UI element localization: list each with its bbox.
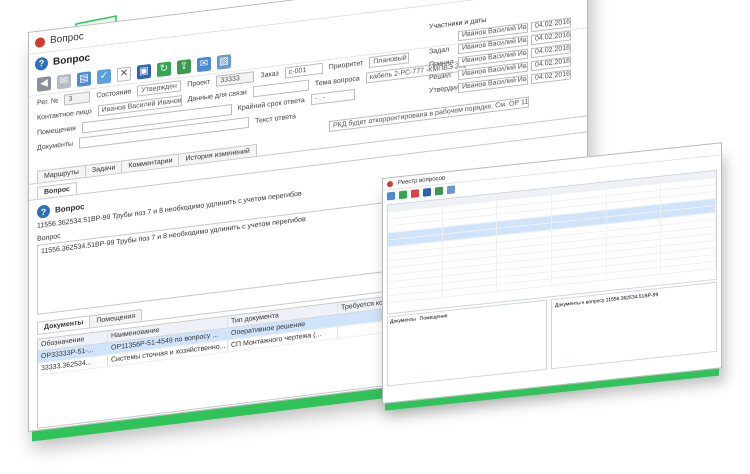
topic-label: Тема вопроса (314, 75, 360, 88)
tab-documents[interactable]: Документы (390, 316, 416, 325)
reg-label: Рег. № (37, 97, 59, 107)
document-icon[interactable]: ▤ (77, 70, 91, 87)
refresh-icon[interactable]: ↻ (157, 60, 171, 77)
page-title: Вопрос (53, 51, 91, 68)
new-icon[interactable] (387, 191, 395, 201)
app-icon (387, 180, 393, 187)
export-icon[interactable] (447, 185, 455, 195)
checklist-icon[interactable]: ✓ (97, 68, 111, 85)
filter-icon[interactable] (435, 186, 443, 196)
mail-icon[interactable]: ✉ (57, 73, 71, 89)
order-label: Заказ (260, 70, 279, 80)
tab-documents[interactable]: Документы (37, 315, 91, 334)
participant-label: Задал (429, 46, 450, 56)
back-icon[interactable]: ◀ (37, 75, 51, 92)
reg-field[interactable]: 3 (64, 91, 91, 106)
save-icon[interactable]: ▣ (137, 63, 151, 80)
tab-rooms[interactable]: Помещения (420, 313, 448, 322)
delete-icon[interactable]: ✕ (117, 65, 131, 82)
answer-label: Текст ответа (255, 113, 296, 126)
participant-label: Утвердил (429, 83, 460, 95)
tab-rooms[interactable]: Помещения (89, 308, 143, 328)
save-icon[interactable] (423, 187, 431, 197)
question-icon: ? (35, 56, 48, 71)
image-icon[interactable]: ▧ (217, 53, 231, 70)
docs-label: Документы (37, 140, 74, 152)
priority-label: Приоритет (328, 59, 364, 72)
window-title: Вопрос (50, 31, 84, 47)
registry-detail-box: Документы к вопросу 11556.362534.51ВР-99 (551, 281, 717, 370)
registry-window: Реестр вопросов Документы Помещения Доку… (382, 142, 722, 404)
export-icon[interactable]: ⇪ (177, 58, 191, 75)
add-icon[interactable] (399, 190, 407, 200)
app-icon (35, 36, 45, 48)
question-heading: Вопрос (55, 202, 85, 215)
status-label: Состояние (96, 88, 132, 100)
registry-docs-box: Документы Помещения (387, 299, 547, 387)
delete-icon[interactable] (411, 189, 419, 198)
project-label: Проект (187, 78, 211, 89)
help-icon: ? (37, 204, 50, 219)
email-icon[interactable]: ✉ (197, 56, 211, 72)
participant-label: Принял (429, 58, 454, 69)
participant-label: Решил (429, 72, 451, 82)
screenshot-stage: Вопрос – □ ✕ ? Вопрос ◀ ✉ ▤ ✓ ✕ ▣ ↻ ⇪ ✉ … (0, 0, 750, 474)
room-label: Помещения (37, 125, 76, 137)
participant-label (429, 36, 455, 39)
